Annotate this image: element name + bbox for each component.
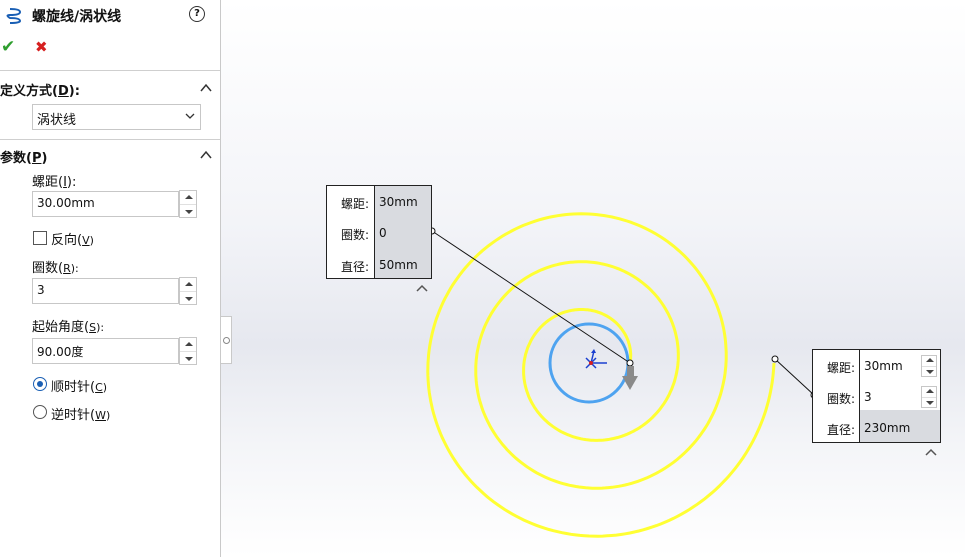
callout-pitch-label: 螺距: — [827, 361, 856, 375]
callout-pitch-value[interactable]: 30mm — [864, 359, 903, 373]
spiral-curve — [426, 212, 776, 538]
spin-up-icon[interactable] — [922, 356, 936, 367]
spin-down-icon[interactable] — [922, 367, 936, 377]
callout-collapse-icon[interactable] — [416, 283, 428, 293]
origin-triad-icon — [585, 349, 607, 369]
end-parameters-callout[interactable]: 螺距: 30mm 圈数: 3 直径: 230mm — [812, 349, 941, 443]
spiral-end-point — [771, 355, 779, 363]
end-leader-line — [774, 358, 815, 396]
drag-handle-arrow-icon — [622, 366, 638, 390]
spiral-canvas — [426, 212, 818, 538]
spin-up-icon[interactable] — [922, 387, 936, 398]
callout-diameter-label: 直径: — [827, 423, 856, 437]
callout-diameter-value[interactable]: 230mm — [864, 421, 910, 435]
spin-down-icon[interactable] — [922, 398, 936, 408]
callout-revolutions-label: 圈数: — [827, 392, 856, 406]
callout-revolutions-spinner[interactable] — [921, 386, 937, 408]
callout-diameter-label: 直径: — [341, 260, 370, 274]
callout-diameter-value[interactable]: 50mm — [379, 258, 418, 272]
callout-pitch-label: 螺距: — [341, 197, 370, 211]
callout-revolutions-value[interactable]: 0 — [379, 226, 387, 240]
callout-revolutions-value[interactable]: 3 — [864, 390, 872, 404]
callout-pitch-value[interactable]: 30mm — [379, 195, 418, 209]
spiral-start-point — [626, 359, 634, 367]
callout-pitch-spinner[interactable] — [921, 355, 937, 377]
callout-collapse-icon[interactable] — [925, 447, 937, 457]
callout-revolutions-label: 圈数: — [341, 228, 370, 242]
start-parameters-callout[interactable]: 螺距: 30mm 圈数: 0 直径: 50mm — [326, 185, 432, 279]
